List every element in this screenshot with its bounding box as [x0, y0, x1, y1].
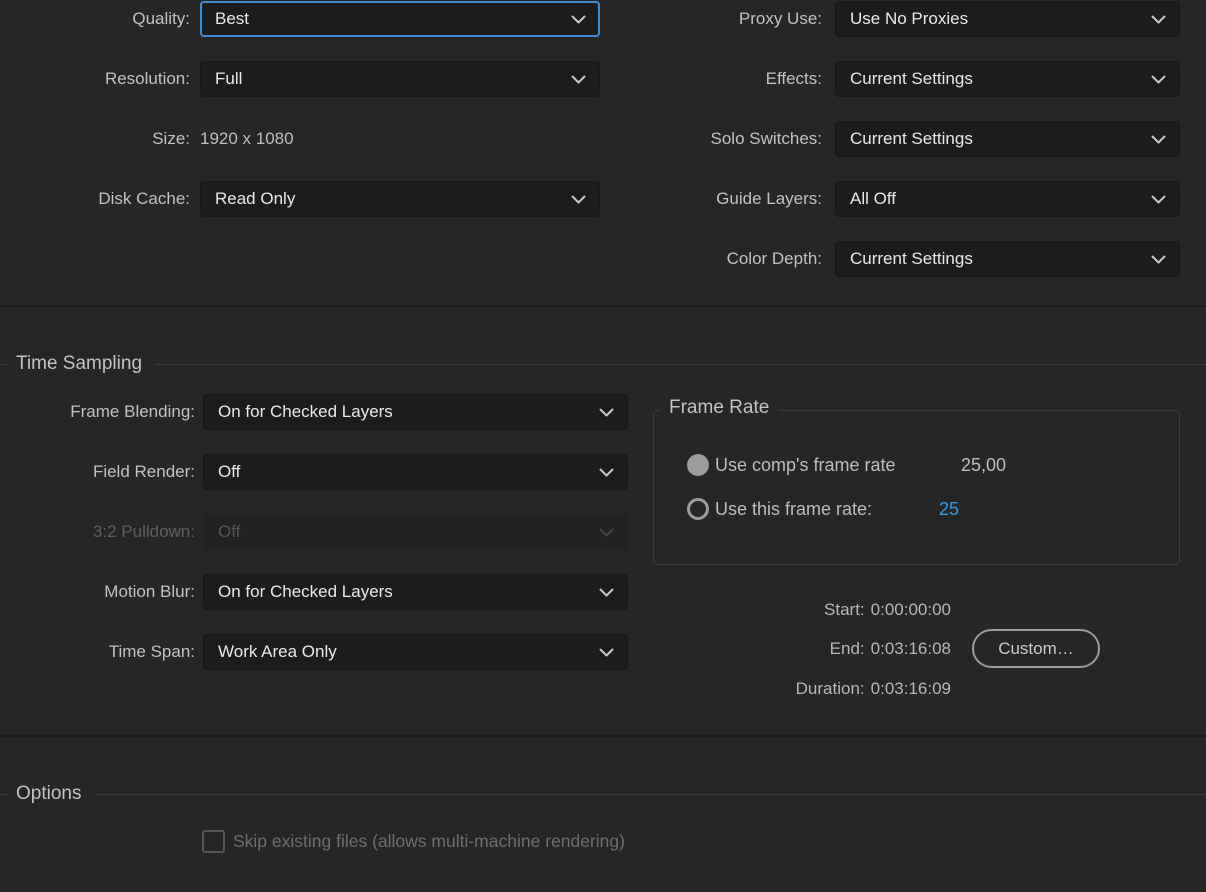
chevron-down-icon — [599, 588, 614, 597]
time-sampling-header: Time Sampling — [0, 350, 1206, 378]
solo-switches-value: Current Settings — [850, 129, 973, 148]
section-divider — [0, 305, 1206, 307]
time-sampling-title: Time Sampling — [16, 353, 143, 374]
resolution-dropdown[interactable]: Full — [200, 61, 600, 97]
guide-layers-label: Guide Layers: — [716, 189, 822, 208]
custom-frame-rate-value[interactable]: 25 — [939, 498, 959, 520]
frame-blending-dropdown[interactable]: On for Checked Layers — [203, 394, 628, 430]
disk-cache-dropdown[interactable]: Read Only — [200, 181, 600, 217]
options-title: Options — [16, 783, 82, 804]
quality-label: Quality: — [132, 9, 190, 28]
size-value: 1920 x 1080 — [200, 129, 294, 148]
pulldown-label: 3:2 Pulldown: — [92, 522, 195, 541]
chevron-down-icon — [599, 648, 614, 657]
motion-blur-dropdown[interactable]: On for Checked Layers — [203, 574, 628, 610]
frame-blending-label: Frame Blending: — [70, 402, 195, 421]
header-rule-right — [94, 793, 1206, 795]
size-label: Size: — [152, 129, 190, 148]
proxy-use-label: Proxy Use: — [738, 9, 822, 28]
start-time-row: Start: 0:00:00:00 — [824, 598, 951, 622]
solo-switches-label: Solo Switches: — [710, 129, 823, 148]
end-label: End: — [829, 639, 865, 658]
start-label: Start: — [824, 600, 865, 619]
effects-value: Current Settings — [850, 69, 973, 88]
custom-button[interactable]: Custom… — [972, 629, 1100, 668]
quality-value: Best — [215, 9, 250, 28]
chevron-down-icon — [571, 15, 586, 24]
quality-dropdown[interactable]: Best — [200, 1, 600, 37]
effects-label: Effects: — [765, 69, 822, 88]
chevron-down-icon — [599, 528, 614, 537]
pulldown-value: Off — [218, 522, 241, 541]
color-depth-label: Color Depth: — [726, 249, 822, 268]
time-span-dropdown[interactable]: Work Area Only — [203, 634, 628, 670]
chevron-down-icon — [599, 408, 614, 417]
duration-value: 0:03:16:09 — [870, 679, 951, 698]
chevron-down-icon — [1151, 135, 1166, 144]
frame-blending-value: On for Checked Layers — [218, 402, 393, 421]
duration-label: Duration: — [795, 679, 865, 698]
field-render-dropdown[interactable]: Off — [203, 454, 628, 490]
solo-switches-dropdown[interactable]: Current Settings — [835, 121, 1180, 157]
end-value: 0:03:16:08 — [870, 639, 951, 658]
proxy-use-value: Use No Proxies — [850, 9, 969, 28]
color-depth-value: Current Settings — [850, 249, 973, 268]
motion-blur-label: Motion Blur: — [104, 582, 195, 601]
chevron-down-icon — [1151, 15, 1166, 24]
chevron-down-icon — [1151, 75, 1166, 84]
end-time-row: End: 0:03:16:08 — [830, 637, 951, 661]
motion-blur-value: On for Checked Layers — [218, 582, 393, 601]
time-span-value: Work Area Only — [218, 642, 337, 661]
chevron-down-icon — [571, 195, 586, 204]
radio-use-comp-frame-rate[interactable] — [687, 454, 709, 476]
field-render-label: Field Render: — [92, 462, 195, 481]
use-this-frame-rate-label: Use this frame rate: — [715, 499, 873, 519]
chevron-down-icon — [571, 75, 586, 84]
skip-existing-files-label: Skip existing files (allows multi-machin… — [233, 831, 625, 851]
effects-dropdown[interactable]: Current Settings — [835, 61, 1180, 97]
section-divider — [0, 735, 1206, 737]
time-span-label: Time Span: — [108, 642, 195, 661]
radio-use-this-frame-rate[interactable] — [687, 498, 709, 520]
header-rule-left — [0, 363, 8, 365]
chevron-down-icon — [1151, 255, 1166, 264]
header-rule-left — [0, 793, 8, 795]
header-rule-right — [155, 363, 1206, 365]
use-comp-frame-rate-label: Use comp's frame rate — [715, 455, 896, 475]
guide-layers-value: All Off — [850, 189, 896, 208]
chevron-down-icon — [1151, 195, 1166, 204]
render-settings-panel: Quality: Best Resolution: Full Size: 192… — [0, 0, 1206, 892]
skip-existing-files-checkbox — [202, 830, 225, 853]
disk-cache-label: Disk Cache: — [98, 189, 190, 208]
pulldown-dropdown: Off — [203, 514, 628, 550]
frame-rate-title: Frame Rate — [660, 397, 779, 419]
resolution-label: Resolution: — [104, 69, 190, 88]
frame-rate-group: Frame Rate Use comp's frame rate 25,00 U… — [653, 397, 1180, 565]
field-render-value: Off — [218, 462, 241, 481]
disk-cache-value: Read Only — [215, 189, 296, 208]
start-value: 0:00:00:00 — [870, 600, 951, 619]
chevron-down-icon — [599, 468, 614, 477]
duration-time-row: Duration: 0:03:16:09 — [796, 677, 951, 701]
proxy-use-dropdown[interactable]: Use No Proxies — [835, 1, 1180, 37]
resolution-value: Full — [215, 69, 243, 88]
guide-layers-dropdown[interactable]: All Off — [835, 181, 1180, 217]
options-header: Options — [0, 780, 1206, 808]
comp-frame-rate-value: 25,00 — [961, 455, 1007, 475]
color-depth-dropdown[interactable]: Current Settings — [835, 241, 1180, 277]
